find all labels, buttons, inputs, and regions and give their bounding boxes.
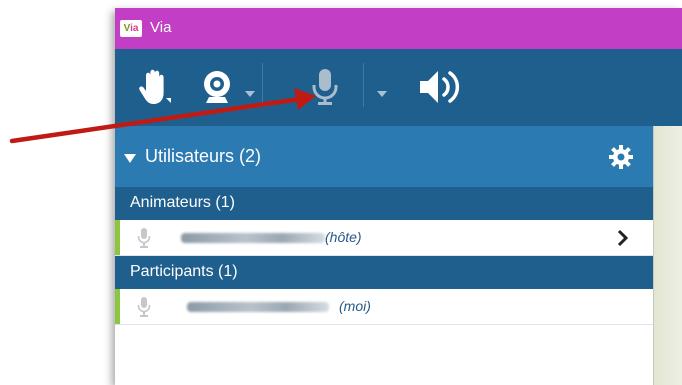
section-participants: Participants (1)	[115, 256, 653, 289]
content-area	[653, 126, 682, 385]
user-row[interactable]: (moi)	[115, 289, 653, 325]
user-role: (moi)	[339, 298, 371, 314]
users-panel: Utilisateurs (2) Animateurs (1) (hôte) P…	[115, 126, 653, 385]
users-title: Utilisateurs (2)	[145, 146, 262, 166]
webcam-button[interactable]	[197, 66, 237, 108]
row-accent	[115, 220, 120, 255]
section-animateurs: Animateurs (1)	[115, 187, 653, 220]
row-accent	[115, 289, 120, 324]
toolbar-separator	[363, 63, 364, 107]
microphone-icon	[312, 69, 338, 105]
section-label: Animateurs (1)	[130, 194, 235, 211]
toolbar	[115, 49, 682, 126]
toolbar-separator	[262, 63, 263, 107]
webcam-icon	[204, 71, 230, 103]
microphone-icon	[137, 228, 151, 248]
microphone-icon	[137, 297, 151, 317]
user-role: (hôte)	[325, 229, 362, 245]
chevron-right-icon[interactable]	[617, 229, 629, 247]
collapse-triangle-icon[interactable]	[124, 154, 136, 163]
raise-hand-button[interactable]	[135, 66, 175, 108]
speaker-icon	[420, 71, 460, 103]
users-header[interactable]: Utilisateurs (2)	[115, 126, 653, 187]
hand-icon	[139, 69, 171, 104]
via-logo: Via	[120, 20, 142, 37]
user-name-redacted	[181, 233, 325, 243]
via-window: Via Via Utilisateurs (2) Animateurs (1) …	[115, 8, 682, 385]
user-name-redacted	[187, 302, 329, 312]
gear-icon[interactable]	[609, 145, 633, 169]
webcam-dropdown-icon[interactable]	[245, 91, 255, 97]
microphone-dropdown-icon[interactable]	[377, 91, 387, 97]
title-bar: Via Via	[115, 8, 682, 49]
speaker-button[interactable]	[415, 66, 465, 108]
window-title: Via	[150, 19, 172, 36]
user-row[interactable]: (hôte)	[115, 220, 653, 256]
section-label: Participants (1)	[130, 263, 238, 280]
microphone-button[interactable]	[305, 66, 345, 108]
